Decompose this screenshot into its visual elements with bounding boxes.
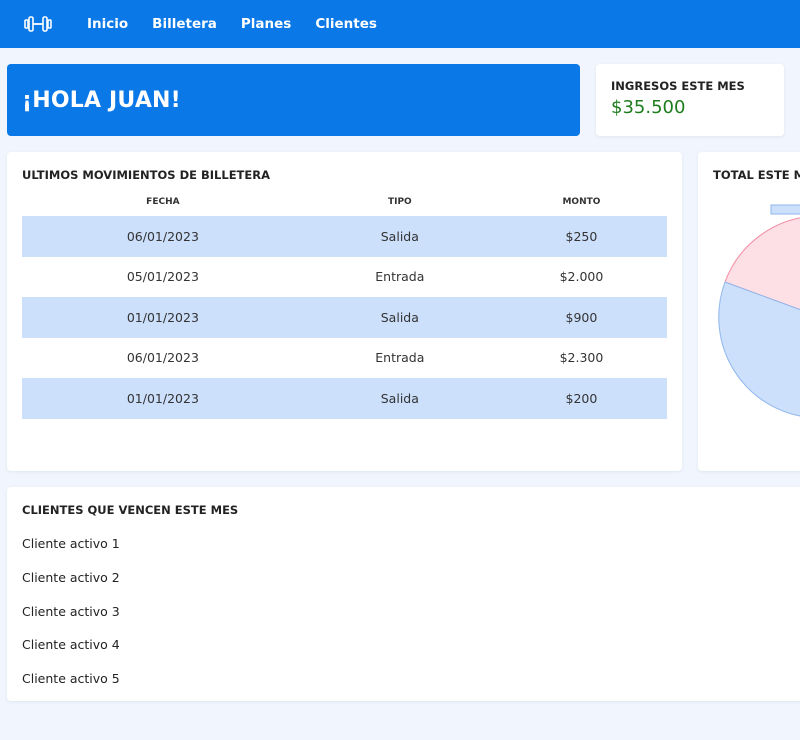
cell-monto: $2.300 (559, 350, 604, 366)
cell-tipo: Salida (303, 216, 496, 257)
cell-monto: $2.000 (559, 269, 604, 285)
cell-tipo: Entrada (375, 269, 425, 285)
pie-chart-title: TOTAL ESTE MES (713, 168, 800, 182)
cell-fecha: 06/01/2023 (126, 350, 199, 366)
cell-fecha: 06/01/2023 (22, 216, 304, 257)
dumbbell-icon[interactable] (24, 14, 52, 34)
expiring-clients-card: CLIENTES QUE VENCEN ESTE MES Cliente act… (7, 487, 800, 701)
greeting-text: ¡HOLA JUAN! (22, 87, 181, 113)
cell-tipo: Salida (303, 297, 496, 338)
cell-monto: $200 (495, 378, 667, 419)
nav-link-billetera[interactable]: Billetera (152, 16, 217, 32)
nav-links: Inicio Billetera Planes Clientes (87, 0, 401, 48)
table-row: 06/01/2023 Entrada $2.300 (22, 338, 667, 379)
clients-title: CLIENTES QUE VENCEN ESTE MES (22, 503, 239, 517)
movements-table: FECHA TIPO MONTO 06/01/2023 Salida $250 … (22, 194, 667, 419)
cell-tipo: Salida (303, 378, 496, 419)
income-label: INGRESOS ESTE MES (611, 79, 745, 93)
pie-chart (718, 204, 800, 417)
table-header-row: FECHA TIPO MONTO (22, 194, 667, 216)
table-row: 05/01/2023 Entrada $2.000 (22, 257, 667, 298)
cell-monto: $250 (495, 216, 667, 257)
pie-chart-card: TOTAL ESTE MES (698, 152, 800, 471)
nav-link-planes[interactable]: Planes (241, 16, 291, 32)
greeting-banner: ¡HOLA JUAN! (7, 64, 580, 136)
cell-fecha: 05/01/2023 (126, 269, 199, 285)
list-item: Cliente activo 5 (22, 671, 120, 687)
list-item: Cliente activo 3 (22, 603, 120, 619)
nav-link-inicio[interactable]: Inicio (87, 16, 128, 32)
cell-monto: $900 (495, 297, 667, 338)
client-list: Cliente activo 1 Cliente activo 2 Client… (22, 527, 792, 696)
cell-tipo: Entrada (375, 350, 425, 366)
list-item: Cliente activo 4 (22, 637, 120, 653)
table-row: 01/01/2023 Salida $200 (22, 378, 667, 419)
nav-link-clientes[interactable]: Clientes (315, 16, 377, 32)
list-item: Cliente activo 2 (22, 569, 120, 585)
income-value: $35.500 (611, 97, 686, 118)
income-card: INGRESOS ESTE MES $35.500 (596, 64, 784, 136)
movements-title: ULTIMOS MOVIMIENTOS DE BILLETERA (22, 168, 271, 182)
column-header-fecha: FECHA (146, 197, 180, 207)
top-navbar: Inicio Billetera Planes Clientes (0, 0, 800, 48)
table-row: 06/01/2023 Salida $250 (22, 216, 667, 257)
table-row: 01/01/2023 Salida $900 (22, 297, 667, 338)
column-header-tipo: TIPO (387, 197, 412, 207)
list-item: Cliente activo 1 (22, 536, 120, 551)
pie-legend-swatch (770, 204, 800, 215)
movements-card: ULTIMOS MOVIMIENTOS DE BILLETERA FECHA T… (7, 152, 682, 471)
cell-fecha: 01/01/2023 (22, 297, 304, 338)
column-header-monto: MONTO (562, 197, 601, 207)
cell-fecha: 01/01/2023 (22, 378, 304, 419)
